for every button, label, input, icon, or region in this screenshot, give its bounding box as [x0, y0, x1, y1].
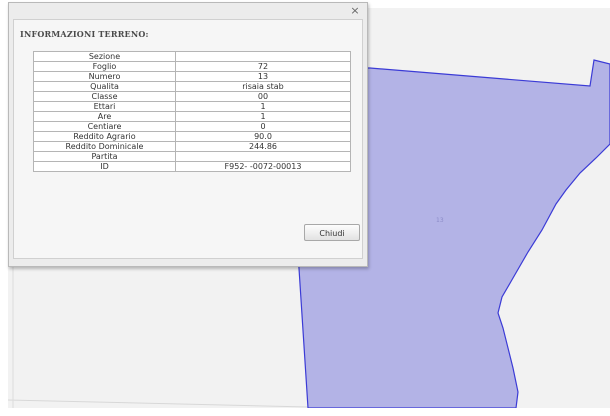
info-dialog: × INFORMAZIONI TERRENO: Sezione Foglio 72 N… [8, 2, 368, 267]
row-value: 72 [175, 61, 351, 72]
table-row: Sezione [33, 51, 351, 62]
row-label: Reddito Dominicale [33, 141, 176, 152]
close-icon[interactable]: × [349, 5, 361, 17]
table-row: Numero 13 [33, 71, 351, 82]
row-label: ID [33, 161, 176, 172]
table-row: Partita [33, 151, 351, 162]
table-row: Reddito Agrario 90.0 [33, 131, 351, 142]
row-value: 244.86 [175, 141, 351, 152]
row-value [175, 151, 351, 162]
row-value: 1 [175, 111, 351, 122]
row-label: Foglio [33, 61, 176, 72]
row-label: Qualita [33, 81, 176, 92]
table-row: ID F952- -0072-00013 [33, 161, 351, 172]
info-table: Sezione Foglio 72 Numero 13 Qualita risaia sta… [33, 51, 351, 172]
row-label: Reddito Agrario [33, 131, 176, 142]
table-row: Classe 00 [33, 91, 351, 102]
table-row: Ettari 1 [33, 101, 351, 112]
table-row: Are 1 [33, 111, 351, 122]
row-value: 1 [175, 101, 351, 112]
row-label: Partita [33, 151, 176, 162]
row-value: F952- -0072-00013 [175, 161, 351, 172]
row-label: Sezione [33, 51, 176, 62]
table-row: Foglio 72 [33, 61, 351, 72]
row-value: 00 [175, 91, 351, 102]
row-value: 90.0 [175, 131, 351, 142]
row-label: Are [33, 111, 176, 122]
table-row: Reddito Dominicale 244.86 [33, 141, 351, 152]
row-label: Ettari [33, 101, 176, 112]
row-value [175, 51, 351, 62]
dialog-title: INFORMAZIONI TERRENO: [20, 29, 149, 39]
table-row: Qualita risaia stab [33, 81, 351, 92]
dialog-content: INFORMAZIONI TERRENO: Sezione Foglio 72 Num… [13, 19, 363, 259]
row-label: Classe [33, 91, 176, 102]
table-row: Centiare 0 [33, 121, 351, 132]
row-label: Numero [33, 71, 176, 82]
row-value: 13 [175, 71, 351, 82]
row-value: 0 [175, 121, 351, 132]
close-button[interactable]: Chiudi [304, 224, 360, 241]
row-label: Centiare [33, 121, 176, 132]
row-value: risaia stab [175, 81, 351, 92]
parcel-number-label: 13 [436, 217, 444, 224]
